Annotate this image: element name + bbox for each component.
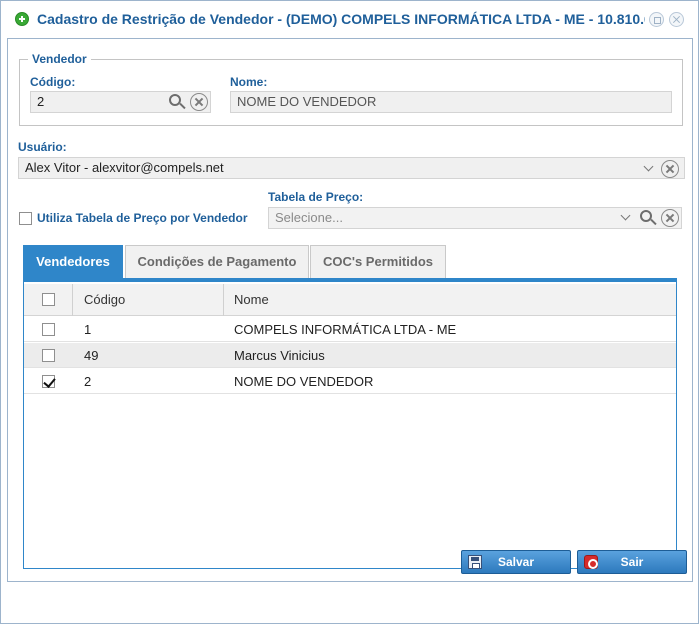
exit-icon <box>584 555 598 569</box>
clear-icon[interactable] <box>661 209 679 227</box>
usuario-label: Usuário: <box>18 140 67 154</box>
search-icon[interactable] <box>168 93 186 111</box>
vendedor-fieldset: Vendedor Código: 2 Nome: NOME DO VENDEDO… <box>19 52 683 126</box>
clear-icon[interactable] <box>190 93 208 111</box>
column-divider <box>72 284 73 316</box>
usuario-select[interactable]: Alex Vitor - alexvitor@compels.net <box>18 157 685 179</box>
title-bar[interactable]: Cadastro de Restrição de Vendedor - (DEM… <box>1 1 698 37</box>
codigo-label: Código: <box>30 75 76 89</box>
select-all-checkbox[interactable] <box>42 293 55 306</box>
exit-button[interactable]: Sair <box>577 550 687 574</box>
row-nome: COMPELS INFORMÁTICA LTDA - ME <box>234 322 457 337</box>
dialog-content: Vendedor Código: 2 Nome: NOME DO VENDEDO… <box>7 38 693 582</box>
column-divider <box>223 284 224 316</box>
column-header-nome[interactable]: Nome <box>234 292 269 307</box>
row-nome: NOME DO VENDEDOR <box>234 374 374 389</box>
row-checkbox[interactable] <box>42 349 55 362</box>
row-checkbox[interactable] <box>42 375 55 388</box>
chevron-down-icon[interactable] <box>618 209 636 227</box>
row-codigo: 1 <box>84 322 92 337</box>
save-icon <box>468 555 482 569</box>
codigo-value: 2 <box>37 94 45 109</box>
clear-icon[interactable] <box>661 160 679 178</box>
tab-condicoes-pagamento[interactable]: Condições de Pagamento <box>125 245 309 278</box>
usar-tabela-preco-label[interactable]: Utiliza Tabela de Preço por Vendedor <box>37 211 248 225</box>
tab-panel: Código Nome 1 COMPELS INFORMÁTICA LTDA -… <box>23 278 677 569</box>
window-title: Cadastro de Restrição de Vendedor - (DEM… <box>37 11 645 27</box>
column-header-codigo[interactable]: Código <box>84 292 125 307</box>
save-button[interactable]: Salvar <box>461 550 571 574</box>
tab-vendedores[interactable]: Vendedores <box>23 245 123 278</box>
table-row[interactable]: 49 Marcus Vinicius <box>24 343 676 368</box>
exit-button-label: Sair <box>620 555 644 569</box>
table-row[interactable]: 2 NOME DO VENDEDOR <box>24 369 676 394</box>
save-button-label: Salvar <box>497 555 535 569</box>
row-checkbox[interactable] <box>42 323 55 336</box>
nome-value: NOME DO VENDEDOR <box>237 94 377 109</box>
dialog-window: Cadastro de Restrição de Vendedor - (DEM… <box>0 0 699 624</box>
tab-cocs-permitidos[interactable]: COC's Permitidos <box>310 245 446 278</box>
row-codigo: 49 <box>84 348 99 363</box>
row-nome: Marcus Vinicius <box>234 348 325 363</box>
chevron-down-icon[interactable] <box>641 160 659 178</box>
grid-header: Código Nome <box>24 284 676 316</box>
usar-tabela-preco-checkbox[interactable] <box>19 212 32 225</box>
vendedor-legend: Vendedor <box>28 52 91 66</box>
nome-input: NOME DO VENDEDOR <box>230 91 672 113</box>
close-icon[interactable] <box>669 12 684 27</box>
usuario-value: Alex Vitor - alexvitor@compels.net <box>25 160 224 175</box>
add-circle-icon <box>15 12 29 26</box>
row-codigo: 2 <box>84 374 92 389</box>
nome-label: Nome: <box>230 75 268 89</box>
tabela-preco-placeholder: Selecione... <box>275 210 343 225</box>
restore-icon[interactable] <box>649 12 664 27</box>
tabela-preco-label: Tabela de Preço: <box>268 190 364 204</box>
search-icon[interactable] <box>639 209 657 227</box>
table-row[interactable]: 1 COMPELS INFORMÁTICA LTDA - ME <box>24 317 676 342</box>
